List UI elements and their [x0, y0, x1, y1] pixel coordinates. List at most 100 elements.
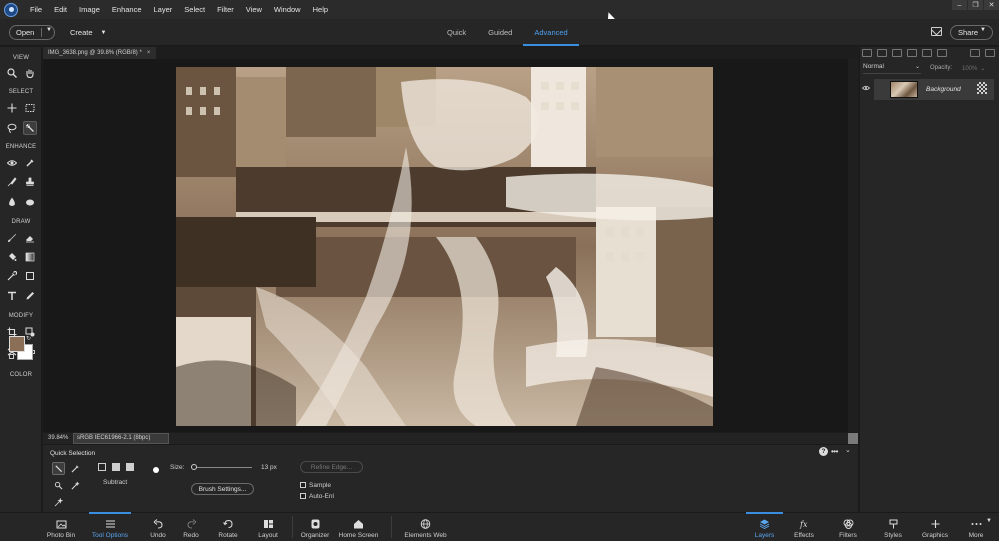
- tab-guided[interactable]: Guided: [477, 19, 523, 46]
- selection-brush-option-icon[interactable]: [69, 462, 82, 475]
- tool-options-button[interactable]: Tool Options: [89, 512, 131, 541]
- menu-file[interactable]: File: [24, 0, 48, 19]
- color-profile[interactable]: sRGB IEC61966-2.1 (8bpc): [73, 433, 169, 444]
- menu-layer[interactable]: Layer: [148, 0, 179, 19]
- paint-bucket-tool-icon[interactable]: [5, 250, 19, 264]
- more-options-icon[interactable]: •••: [831, 447, 838, 456]
- add-selection-mode-icon[interactable]: [112, 463, 120, 471]
- lock-transparency-icon[interactable]: [922, 49, 932, 57]
- close-button[interactable]: ✕: [984, 0, 999, 10]
- new-group-icon[interactable]: [877, 49, 887, 57]
- collapse-panel-icon[interactable]: ⌄: [845, 446, 851, 454]
- document-tab[interactable]: IMG_3638.png @ 39.8% (RGB/8) * ×: [43, 47, 156, 59]
- foreground-color-swatch[interactable]: [9, 336, 25, 352]
- menu-select[interactable]: Select: [178, 0, 211, 19]
- undo-button[interactable]: Undo: [148, 512, 168, 541]
- lock-all-icon[interactable]: [937, 49, 947, 57]
- share-button[interactable]: Share ▼: [950, 25, 993, 40]
- sample-all-layers-checkbox[interactable]: [300, 482, 306, 488]
- spot-healing-tool-icon[interactable]: [23, 156, 37, 170]
- zoom-value[interactable]: 39.84%: [48, 435, 68, 441]
- menu-edit[interactable]: Edit: [48, 0, 73, 19]
- menu-image[interactable]: Image: [73, 0, 106, 19]
- layer-lock-icon[interactable]: [977, 82, 987, 94]
- size-slider-handle[interactable]: [191, 464, 197, 470]
- marquee-tool-icon[interactable]: [23, 101, 37, 115]
- eraser-tool-icon[interactable]: [23, 231, 37, 245]
- shape-tool-icon[interactable]: [23, 269, 37, 283]
- adjustment-layer-icon[interactable]: [892, 49, 902, 57]
- organizer-button[interactable]: Organizer: [299, 512, 331, 541]
- menu-enhance[interactable]: Enhance: [106, 0, 148, 19]
- brush-settings-button[interactable]: Brush Settings...: [191, 483, 254, 495]
- auto-enhance-label: Auto-Enl: [309, 493, 334, 500]
- pencil-tool-icon[interactable]: [23, 289, 37, 303]
- minimize-button[interactable]: –: [952, 0, 967, 10]
- document-image[interactable]: [176, 67, 713, 426]
- new-layer-icon[interactable]: [862, 49, 872, 57]
- tab-advanced[interactable]: Advanced: [523, 19, 580, 46]
- quick-selection-tool-icon[interactable]: [23, 121, 37, 135]
- opacity-field[interactable]: 100% ⌄: [962, 65, 985, 72]
- more-dropdown-icon[interactable]: ▼: [986, 518, 992, 524]
- hand-tool-icon[interactable]: [23, 66, 37, 80]
- blend-mode-select[interactable]: Normal ⌄: [863, 63, 921, 74]
- default-colors-icon[interactable]: [9, 354, 14, 359]
- more-button[interactable]: More: [965, 512, 987, 541]
- redo-button[interactable]: Redo: [181, 512, 201, 541]
- message-icon[interactable]: [931, 27, 942, 36]
- rotate-button[interactable]: Rotate: [216, 512, 240, 541]
- red-eye-tool-icon[interactable]: [5, 156, 19, 170]
- layer-mask-icon[interactable]: [907, 49, 917, 57]
- layer-name[interactable]: Background: [926, 86, 961, 93]
- auto-enhance-checkbox[interactable]: [300, 493, 306, 499]
- type-tool-icon[interactable]: [5, 289, 19, 303]
- layout-button[interactable]: Layout: [256, 512, 280, 541]
- refine-brush-option-icon[interactable]: [69, 479, 82, 492]
- open-button[interactable]: Open ▼: [9, 25, 55, 40]
- graphics-button[interactable]: Graphics: [920, 512, 950, 541]
- filters-button[interactable]: Filters: [837, 512, 859, 541]
- visibility-eye-icon[interactable]: [862, 85, 870, 91]
- layers-button[interactable]: Layers: [746, 512, 783, 541]
- size-slider-track[interactable]: [192, 467, 252, 468]
- menu-help[interactable]: Help: [307, 0, 334, 19]
- size-value[interactable]: 13 px: [261, 464, 277, 471]
- lasso-tool-icon[interactable]: [5, 121, 19, 135]
- close-document-icon[interactable]: ×: [147, 50, 151, 56]
- delete-layer-icon[interactable]: [970, 49, 980, 57]
- clone-stamp-tool-icon[interactable]: [23, 175, 37, 189]
- photo-bin-button[interactable]: Photo Bin: [46, 512, 76, 541]
- menu-filter[interactable]: Filter: [211, 0, 240, 19]
- home-screen-button[interactable]: Home Screen: [338, 512, 379, 541]
- subtract-selection-mode-icon[interactable]: [126, 463, 134, 471]
- refine-edge-button[interactable]: Refine Edge...: [300, 461, 363, 473]
- sponge-tool-icon[interactable]: [23, 195, 37, 209]
- restore-button[interactable]: ❐: [968, 0, 983, 10]
- eyedropper-tool-icon[interactable]: [5, 269, 19, 283]
- create-button[interactable]: Create ▼: [70, 25, 106, 40]
- zoom-tool-icon[interactable]: [5, 66, 19, 80]
- brush-tool-icon[interactable]: [5, 231, 19, 245]
- effects-button[interactable]: fx Effects: [793, 512, 815, 541]
- scrollbar-corner[interactable]: [848, 433, 858, 444]
- gradient-tool-icon[interactable]: [23, 250, 37, 264]
- tab-quick[interactable]: Quick: [436, 19, 477, 46]
- menu-view[interactable]: View: [240, 0, 268, 19]
- help-icon[interactable]: ?: [819, 447, 828, 456]
- blur-tool-icon[interactable]: [5, 195, 19, 209]
- layers-menu-icon[interactable]: [985, 49, 995, 57]
- elements-web-button[interactable]: Elements Web: [404, 512, 447, 541]
- smart-brush-tool-icon[interactable]: [5, 175, 19, 189]
- vertical-scrollbar[interactable]: [848, 59, 858, 432]
- swap-colors-icon[interactable]: ↻: [26, 335, 31, 342]
- magic-wand-option-icon[interactable]: [52, 479, 65, 492]
- quick-selection-option-icon[interactable]: [52, 462, 65, 475]
- new-selection-mode-icon[interactable]: [98, 463, 106, 471]
- menu-window[interactable]: Window: [268, 0, 307, 19]
- styles-button[interactable]: Styles: [882, 512, 904, 541]
- move-tool-icon[interactable]: [5, 101, 19, 115]
- open-dropdown-icon[interactable]: ▼: [46, 27, 52, 33]
- layer-thumbnail[interactable]: [890, 81, 918, 98]
- auto-selection-option-icon[interactable]: [52, 496, 65, 509]
